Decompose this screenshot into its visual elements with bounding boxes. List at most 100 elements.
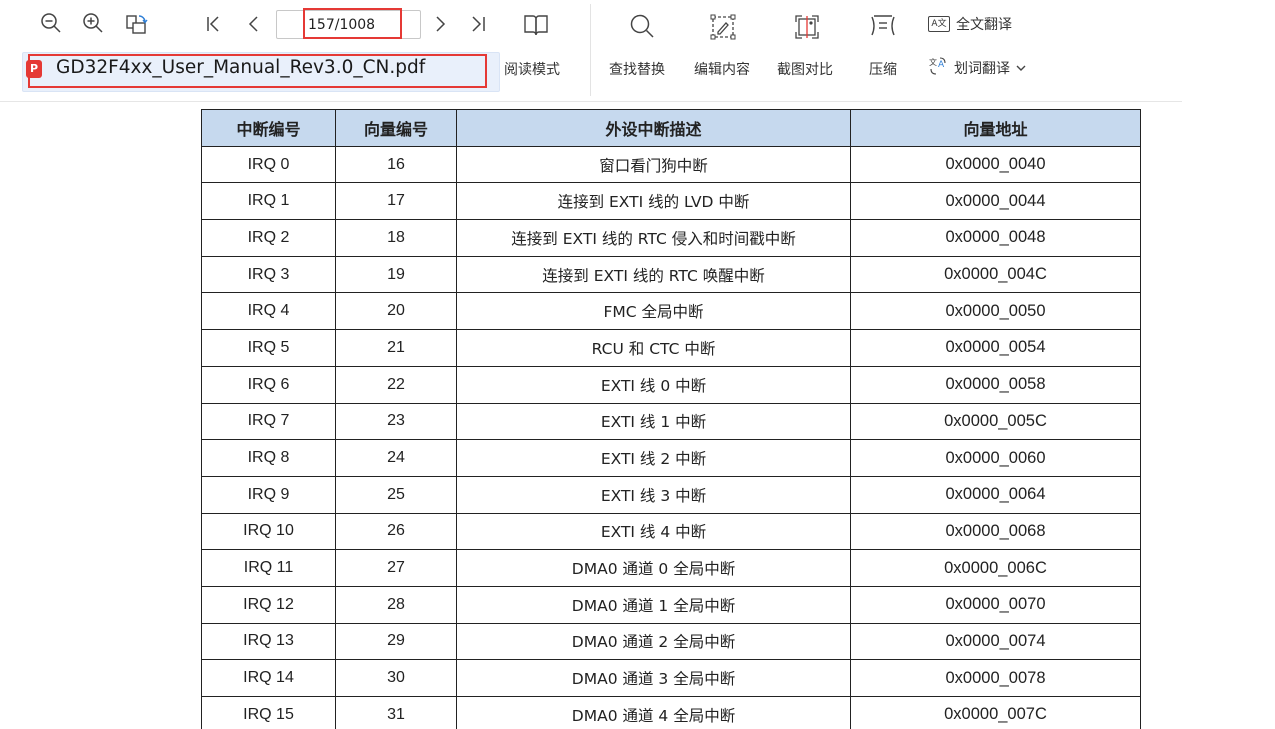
search-icon[interactable] (628, 12, 656, 40)
description-cell: RCU 和 CTC 中断 (456, 329, 851, 367)
vector-number-cell: 30 (335, 659, 457, 697)
irq-number-cell: IRQ 15 (201, 696, 336, 729)
vector-address-cell: 0x0000_005C (850, 402, 1141, 441)
irq-number-cell: IRQ 3 (201, 255, 336, 294)
vector-address-cell: 0x0000_0040 (850, 145, 1141, 184)
vector-address-cell: 0x0000_0068 (850, 512, 1141, 551)
description-cell: EXTI 线 0 中断 (456, 365, 851, 404)
zoom-out-icon[interactable] (40, 12, 62, 34)
irq-number-cell: IRQ 11 (201, 549, 336, 587)
table-row: IRQ 1 17 连接到 EXTI 线的 LVD 中断 0x0000_0044 (201, 182, 1141, 221)
irq-number-cell: IRQ 2 (201, 219, 336, 257)
irq-number-cell: IRQ 7 (201, 402, 336, 441)
read-mode-icon[interactable] (522, 12, 550, 38)
irq-number-cell: IRQ 1 (201, 182, 336, 221)
word-translate-button[interactable]: 文A 划词翻译 (928, 56, 1026, 80)
table-row: IRQ 13 29 DMA0 通道 2 全局中断 0x0000_0074 (201, 622, 1141, 661)
previous-page-icon[interactable] (246, 14, 262, 34)
irq-number-cell: IRQ 12 (201, 585, 336, 624)
irq-number-cell: IRQ 5 (201, 329, 336, 367)
rotate-page-icon[interactable] (124, 12, 150, 38)
edit-content-button[interactable]: 编辑内容 (694, 59, 750, 79)
vector-address-cell: 0x0000_0078 (850, 659, 1141, 697)
description-cell: 连接到 EXTI 线的 RTC 侵入和时间戳中断 (456, 219, 851, 257)
vector-address-cell: 0x0000_0064 (850, 475, 1141, 514)
description-cell: EXTI 线 3 中断 (456, 475, 851, 514)
toolbar-divider (590, 4, 591, 96)
header-description: 外设中断描述 (456, 109, 851, 147)
next-page-icon[interactable] (432, 14, 448, 34)
table-row: IRQ 2 18 连接到 EXTI 线的 RTC 侵入和时间戳中断 0x0000_00… (201, 219, 1141, 257)
compress-button[interactable]: 压缩 (869, 59, 897, 79)
description-cell: 窗口看门狗中断 (456, 145, 851, 184)
edit-content-icon[interactable] (708, 12, 738, 42)
vector-number-cell: 19 (335, 255, 457, 294)
vector-number-cell: 29 (335, 622, 457, 661)
irq-number-cell: IRQ 0 (201, 145, 336, 184)
irq-number-cell: IRQ 8 (201, 439, 336, 477)
irq-number-cell: IRQ 14 (201, 659, 336, 697)
vector-number-cell: 17 (335, 182, 457, 221)
vector-address-cell: 0x0000_006C (850, 549, 1141, 587)
table-row: IRQ 7 23 EXTI 线 1 中断 0x0000_005C (201, 402, 1141, 441)
table-row: IRQ 6 22 EXTI 线 0 中断 0x0000_0058 (201, 365, 1141, 404)
file-name[interactable]: GD32F4xx_User_Manual_Rev3.0_CN.pdf (56, 57, 425, 78)
svg-text:A: A (938, 60, 945, 70)
vector-number-cell: 16 (335, 145, 457, 184)
description-cell: EXTI 线 4 中断 (456, 512, 851, 551)
vector-number-cell: 20 (335, 292, 457, 331)
interrupt-vector-table: 中断编号 向量编号 外设中断描述 向量地址 IRQ 0 16 窗口看门狗中断 0x00… (201, 109, 1141, 729)
vector-number-cell: 23 (335, 402, 457, 441)
last-page-icon[interactable] (470, 14, 488, 34)
vector-number-cell: 21 (335, 329, 457, 367)
vector-number-cell: 28 (335, 585, 457, 624)
table-row: IRQ 14 30 DMA0 通道 3 全局中断 0x0000_0078 (201, 659, 1141, 697)
vector-address-cell: 0x0000_007C (850, 696, 1141, 729)
vector-number-cell: 25 (335, 475, 457, 514)
screenshot-compare-icon[interactable] (792, 12, 822, 42)
vector-number-cell: 31 (335, 696, 457, 729)
table-row: IRQ 15 31 DMA0 通道 4 全局中断 0x0000_007C (201, 696, 1141, 729)
compress-icon[interactable] (868, 12, 898, 40)
table-row: IRQ 9 25 EXTI 线 3 中断 0x0000_0064 (201, 475, 1141, 514)
table-row: IRQ 11 27 DMA0 通道 0 全局中断 0x0000_006C (201, 549, 1141, 587)
header-vector-address: 向量地址 (850, 109, 1141, 147)
vector-number-cell: 18 (335, 219, 457, 257)
description-cell: DMA0 通道 3 全局中断 (456, 659, 851, 697)
word-translate-label: 划词翻译 (954, 61, 1010, 77)
table-row: IRQ 12 28 DMA0 通道 1 全局中断 0x0000_0070 (201, 585, 1141, 624)
screenshot-compare-button[interactable]: 截图对比 (777, 59, 833, 79)
vector-address-cell: 0x0000_004C (850, 255, 1141, 294)
vector-address-cell: 0x0000_0048 (850, 219, 1141, 257)
description-cell: EXTI 线 2 中断 (456, 439, 851, 477)
page-number-input[interactable] (305, 12, 397, 38)
vector-address-cell: 0x0000_0074 (850, 622, 1141, 661)
vector-address-cell: 0x0000_0070 (850, 585, 1141, 624)
pdf-viewer-window: 阅读模式 P GD32F4xx_User_Manual_Rev3.0_CN.pd… (0, 0, 1275, 729)
table-body: IRQ 0 16 窗口看门狗中断 0x0000_0040 IRQ 1 17 连接到 EXTI… (201, 145, 1141, 729)
table-row: IRQ 10 26 EXTI 线 4 中断 0x0000_0068 (201, 512, 1141, 551)
irq-number-cell: IRQ 4 (201, 292, 336, 331)
table-row: IRQ 5 21 RCU 和 CTC 中断 0x0000_0054 (201, 329, 1141, 367)
zoom-in-icon[interactable] (82, 12, 104, 34)
irq-number-cell: IRQ 10 (201, 512, 336, 551)
vector-number-cell: 22 (335, 365, 457, 404)
full-translate-label: 全文翻译 (956, 17, 1012, 33)
irq-number-cell: IRQ 9 (201, 475, 336, 514)
irq-number-cell: IRQ 13 (201, 622, 336, 661)
irq-number-cell: IRQ 6 (201, 365, 336, 404)
vector-address-cell: 0x0000_0058 (850, 365, 1141, 404)
vector-address-cell: 0x0000_0054 (850, 329, 1141, 367)
find-replace-button[interactable]: 查找替换 (609, 59, 665, 79)
description-cell: DMA0 通道 0 全局中断 (456, 549, 851, 587)
description-cell: DMA0 通道 1 全局中断 (456, 585, 851, 624)
read-mode-button[interactable]: 阅读模式 (504, 59, 560, 79)
description-cell: DMA0 通道 2 全局中断 (456, 622, 851, 661)
table-row: IRQ 3 19 连接到 EXTI 线的 RTC 唤醒中断 0x0000_004C (201, 255, 1141, 294)
full-translate-button[interactable]: A文 全文翻译 (928, 14, 1012, 34)
table-header-row: 中断编号 向量编号 外设中断描述 向量地址 (201, 109, 1141, 147)
vector-address-cell: 0x0000_0044 (850, 182, 1141, 221)
vector-number-cell: 26 (335, 512, 457, 551)
vector-number-cell: 27 (335, 549, 457, 587)
first-page-icon[interactable] (205, 14, 221, 34)
